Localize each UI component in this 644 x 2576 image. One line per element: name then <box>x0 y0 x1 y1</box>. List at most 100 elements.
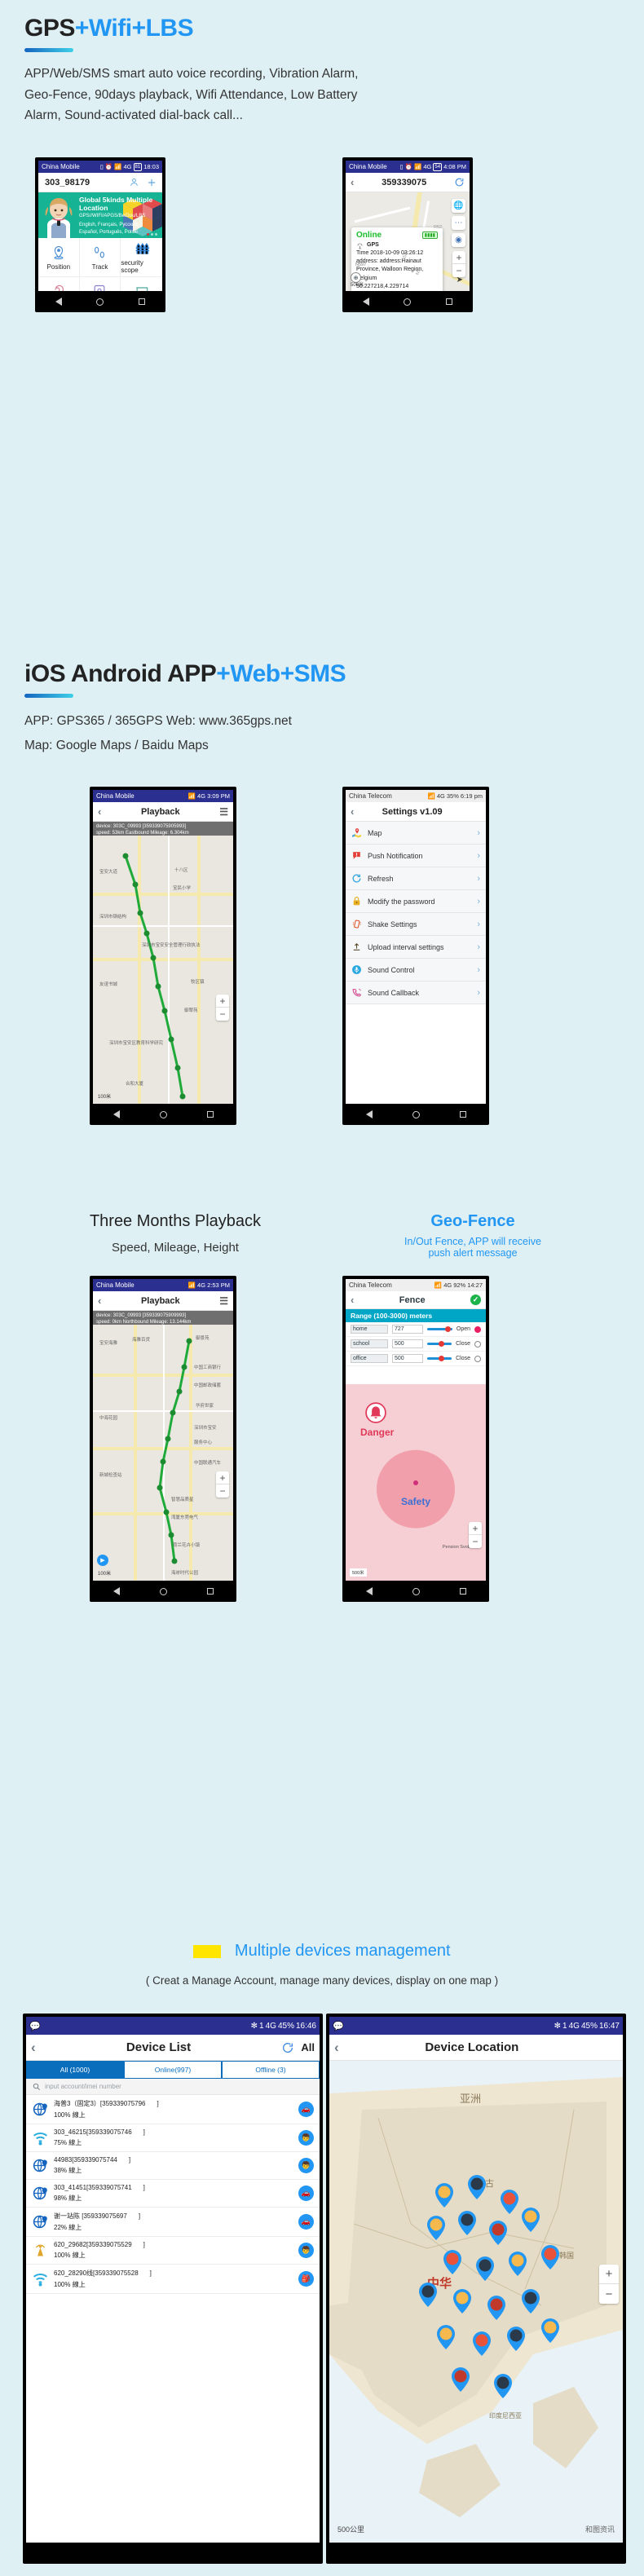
fence-name[interactable]: home <box>351 1325 388 1334</box>
tab-offline[interactable]: Offline (3) <box>222 2061 320 2079</box>
menu-icon[interactable]: ☰ <box>219 1295 228 1307</box>
list-item[interactable]: 620_28290线[359339075528] 100% 線上 🎒 <box>26 2265 320 2294</box>
recents-nav-icon[interactable] <box>459 1111 466 1118</box>
boy-icon[interactable]: 👦 <box>298 2243 314 2258</box>
home-nav-icon[interactable] <box>404 298 412 306</box>
fence-radius-slider[interactable] <box>427 1326 452 1332</box>
zoom-out-button[interactable]: − <box>216 1484 229 1498</box>
zoom-in-button[interactable]: + <box>599 2265 619 2284</box>
car-icon[interactable]: 🚗 <box>298 2186 314 2201</box>
phone3-map[interactable]: 宝安大道 深圳市钢结构 十八区 宝民小学 深圳市宝安安全管理行政执法 友谊书城 … <box>93 836 233 1104</box>
map-zoom-control[interactable]: + − <box>216 1471 229 1498</box>
grid-item-security-scope[interactable]: security scope <box>121 238 162 277</box>
fence-value[interactable]: 500 <box>392 1339 423 1348</box>
plus-icon[interactable] <box>146 177 157 188</box>
car-icon[interactable]: 🚗 <box>298 2102 314 2117</box>
filter-all-button[interactable]: All <box>301 2041 315 2053</box>
zoom-in-button[interactable]: + <box>216 1471 229 1484</box>
map-zoom-control[interactable]: + − <box>469 1522 482 1548</box>
fence-value[interactable]: 500 <box>392 1354 423 1363</box>
fence-row-school[interactable]: school 500 Close <box>346 1337 486 1352</box>
zoom-in-button[interactable]: + <box>452 251 465 264</box>
boy-icon[interactable]: 👦 <box>298 2158 314 2173</box>
fence-state-radio[interactable] <box>474 1340 481 1348</box>
back-nav-icon[interactable] <box>55 298 63 306</box>
tab-all[interactable]: All (1000) <box>26 2061 124 2079</box>
grid-item-pickup[interactable]: Pickup <box>38 277 80 291</box>
navigate-icon[interactable]: ➤ <box>457 276 463 285</box>
back-nav-icon[interactable] <box>112 1587 120 1595</box>
user-icon[interactable] <box>129 177 139 187</box>
layers-icon[interactable]: ⋯ <box>452 216 465 230</box>
fence-state-radio[interactable] <box>474 1355 481 1362</box>
settings-item-refresh[interactable]: Refresh › <box>346 867 486 890</box>
fence-name[interactable]: office <box>351 1354 388 1363</box>
zoom-in-button[interactable]: + <box>216 995 229 1008</box>
phone6-fence-map[interactable]: Danger Safety Pension Svoboda + − 500米 <box>346 1384 486 1581</box>
recents-nav-icon[interactable] <box>459 1588 466 1595</box>
phone1-promo-banner[interactable]: Global 5kinds Multiple Location GPS//WIF… <box>38 192 162 238</box>
car-icon[interactable]: 🚗 <box>298 2214 314 2230</box>
back-nav-icon[interactable] <box>365 1110 373 1118</box>
search-placeholder[interactable]: input account/imei number <box>45 2083 121 2090</box>
recents-nav-icon[interactable] <box>445 298 452 305</box>
list-item[interactable]: 303_46215[359339075746] 75% 線上 👦 <box>26 2124 320 2152</box>
phone8-map[interactable]: 亚洲 蒙古 中华 韩国 印度尼西亚 <box>329 2061 623 2543</box>
list-item[interactable]: 海普3（固定3）[359339075796] 100% 線上 🚗 <box>26 2095 320 2124</box>
recents-nav-icon[interactable] <box>206 1111 214 1118</box>
recents-nav-icon[interactable] <box>206 1588 214 1595</box>
tab-online[interactable]: Online(997) <box>124 2061 222 2079</box>
settings-item-push-notification[interactable]: Push Notification › <box>346 845 486 867</box>
phone4-nav-bar[interactable] <box>346 1105 486 1123</box>
device-cluster-markers[interactable] <box>419 2175 598 2419</box>
zoom-out-button[interactable]: − <box>216 1008 229 1021</box>
zoom-in-button[interactable]: + <box>469 1522 482 1535</box>
grid-item-contacts[interactable]: contacts <box>79 277 121 291</box>
phone6-nav-bar[interactable] <box>346 1582 486 1600</box>
list-item[interactable]: 谢一站陈 [359339075697] 22% 線上 🚗 <box>26 2208 320 2237</box>
settings-item-map[interactable]: Map › <box>346 822 486 845</box>
list-item[interactable]: 303_41451[359339075741] 98% 線上 🚗 <box>26 2180 320 2208</box>
back-nav-icon[interactable] <box>363 298 370 306</box>
boy-icon[interactable]: 👦 <box>298 2130 314 2146</box>
list-item[interactable]: 620_29682[359339075529] 100% 線上 👦 <box>26 2237 320 2265</box>
refresh-icon[interactable] <box>454 177 465 187</box>
back-nav-icon[interactable] <box>112 1110 120 1118</box>
grid-item-information[interactable]: Information <box>121 277 162 291</box>
map-zoom-control[interactable]: + − <box>599 2265 619 2304</box>
settings-item-sound-control[interactable]: Sound Control › <box>346 959 486 981</box>
fence-state-radio[interactable] <box>474 1325 481 1333</box>
back-nav-icon[interactable] <box>365 1587 373 1595</box>
check-icon[interactable]: ✓ <box>470 1295 481 1305</box>
zoom-out-button[interactable]: − <box>469 1535 482 1548</box>
fence-radius-slider[interactable] <box>427 1341 452 1347</box>
locate-icon[interactable]: ◉ <box>452 233 465 247</box>
map-zoom-control[interactable]: + − <box>216 995 229 1021</box>
home-nav-icon[interactable] <box>159 1587 167 1595</box>
play-icon[interactable]: ▶ <box>97 1555 108 1566</box>
home-nav-icon[interactable] <box>96 298 104 306</box>
phone3-nav-bar[interactable] <box>93 1105 233 1123</box>
phone1-nav-bar[interactable] <box>38 293 162 311</box>
home-nav-icon[interactable] <box>412 1587 420 1595</box>
grid-item-position[interactable]: Position <box>38 238 80 277</box>
phone5-map[interactable]: 宝安海雅 海雅百货 御景苑 中国工商银行 中国邮政储蓄 华府世家 深圳市宝安 服… <box>93 1325 233 1581</box>
fence-value[interactable]: 727 <box>392 1325 423 1334</box>
settings-item-shake-settings[interactable]: Shake Settings › <box>346 913 486 936</box>
list-item[interactable]: 44983[359339075744] 38% 線上 👦 <box>26 2152 320 2180</box>
home-nav-icon[interactable] <box>159 1110 167 1118</box>
bag-icon[interactable]: 🎒 <box>298 2271 314 2287</box>
settings-item-sound-callback[interactable]: Sound Callback › <box>346 981 486 1004</box>
map-zoom-control[interactable]: + − <box>452 251 465 277</box>
fence-row-office[interactable]: office 500 Close <box>346 1352 486 1366</box>
settings-item-modify-password[interactable]: Modify the password › <box>346 890 486 913</box>
fence-row-home[interactable]: home 727 Open <box>346 1322 486 1337</box>
settings-item-upload-interval[interactable]: Upload interval settings › <box>346 936 486 959</box>
fence-name[interactable]: school <box>351 1339 388 1348</box>
recents-nav-icon[interactable] <box>138 298 145 305</box>
refresh-icon[interactable] <box>281 2041 294 2054</box>
phone2-nav-bar[interactable] <box>346 293 470 311</box>
phone5-nav-bar[interactable] <box>93 1582 233 1600</box>
home-nav-icon[interactable] <box>412 1110 420 1118</box>
fence-radius-slider[interactable] <box>427 1356 452 1361</box>
